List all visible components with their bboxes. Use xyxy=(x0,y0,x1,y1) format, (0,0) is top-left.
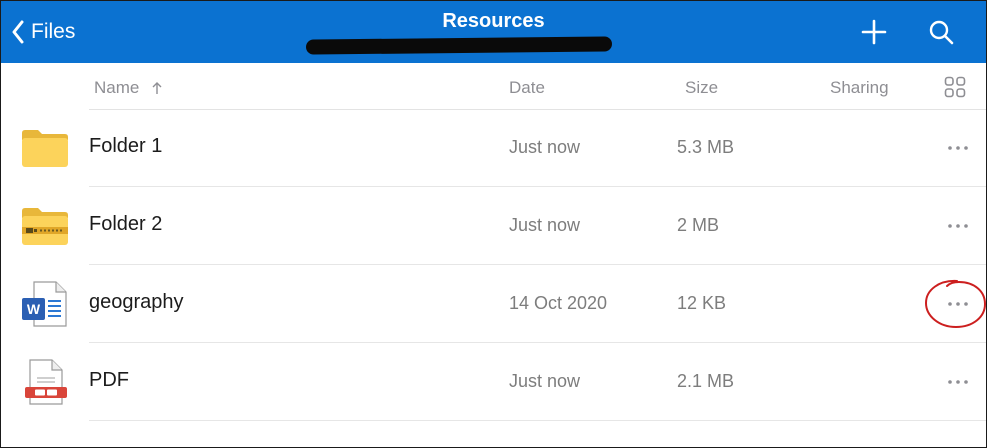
ellipsis-icon xyxy=(948,224,968,228)
redaction-bar xyxy=(305,36,613,55)
file-row-folder-2[interactable]: Folder 2 Just now 2 MB xyxy=(1,187,986,265)
sort-arrow-up-icon xyxy=(151,81,163,95)
more-options-button[interactable] xyxy=(941,133,975,163)
pdf-document-icon xyxy=(25,359,67,405)
file-name: PDF xyxy=(89,369,129,391)
column-header-sharing[interactable]: Sharing xyxy=(830,77,889,99)
column-header-name-label: Name xyxy=(94,78,140,97)
file-date: Just now xyxy=(509,215,581,235)
file-size: 5.3 MB xyxy=(677,137,735,157)
word-document-icon: W xyxy=(22,281,67,327)
ellipsis-icon xyxy=(948,146,968,150)
column-header-name[interactable]: Name xyxy=(94,77,163,99)
zip-folder-icon xyxy=(22,208,68,245)
file-size: 2 MB xyxy=(677,215,720,235)
column-header-size[interactable]: Size xyxy=(685,77,718,99)
svg-text:W: W xyxy=(27,301,41,317)
files-window: Files Resources Name Date Size Sharing F… xyxy=(0,0,987,448)
column-header-date[interactable]: Date xyxy=(509,77,545,99)
file-name: Folder 2 xyxy=(89,213,163,235)
folder-icon xyxy=(22,130,68,167)
ellipsis-icon xyxy=(948,302,968,306)
search-button[interactable] xyxy=(926,17,956,47)
file-date: Just now xyxy=(509,137,581,157)
file-row-pdf[interactable]: PDF Just now 2.1 MB xyxy=(1,343,986,421)
more-options-button[interactable] xyxy=(941,211,975,241)
plus-icon xyxy=(861,19,887,45)
grid-view-icon[interactable] xyxy=(944,76,966,98)
file-size: 12 KB xyxy=(677,293,727,313)
more-options-button[interactable] xyxy=(941,289,975,319)
file-name: geography xyxy=(89,291,184,313)
more-options-button[interactable] xyxy=(941,367,975,397)
row-divider xyxy=(89,420,986,421)
navigation-bar: Files Resources xyxy=(1,1,986,63)
search-icon xyxy=(929,20,954,45)
file-date: 14 Oct 2020 xyxy=(509,293,608,313)
file-name: Folder 1 xyxy=(89,135,163,157)
file-size: 2.1 MB xyxy=(677,371,735,391)
page-title: Resources xyxy=(442,10,545,32)
ellipsis-icon xyxy=(948,380,968,384)
file-date: Just now xyxy=(509,371,581,391)
file-row-geography[interactable]: W geography 14 Oct 2020 12 KB xyxy=(1,265,986,343)
add-button[interactable] xyxy=(859,17,889,47)
file-row-folder-1[interactable]: Folder 1 Just now 5.3 MB xyxy=(1,109,986,187)
